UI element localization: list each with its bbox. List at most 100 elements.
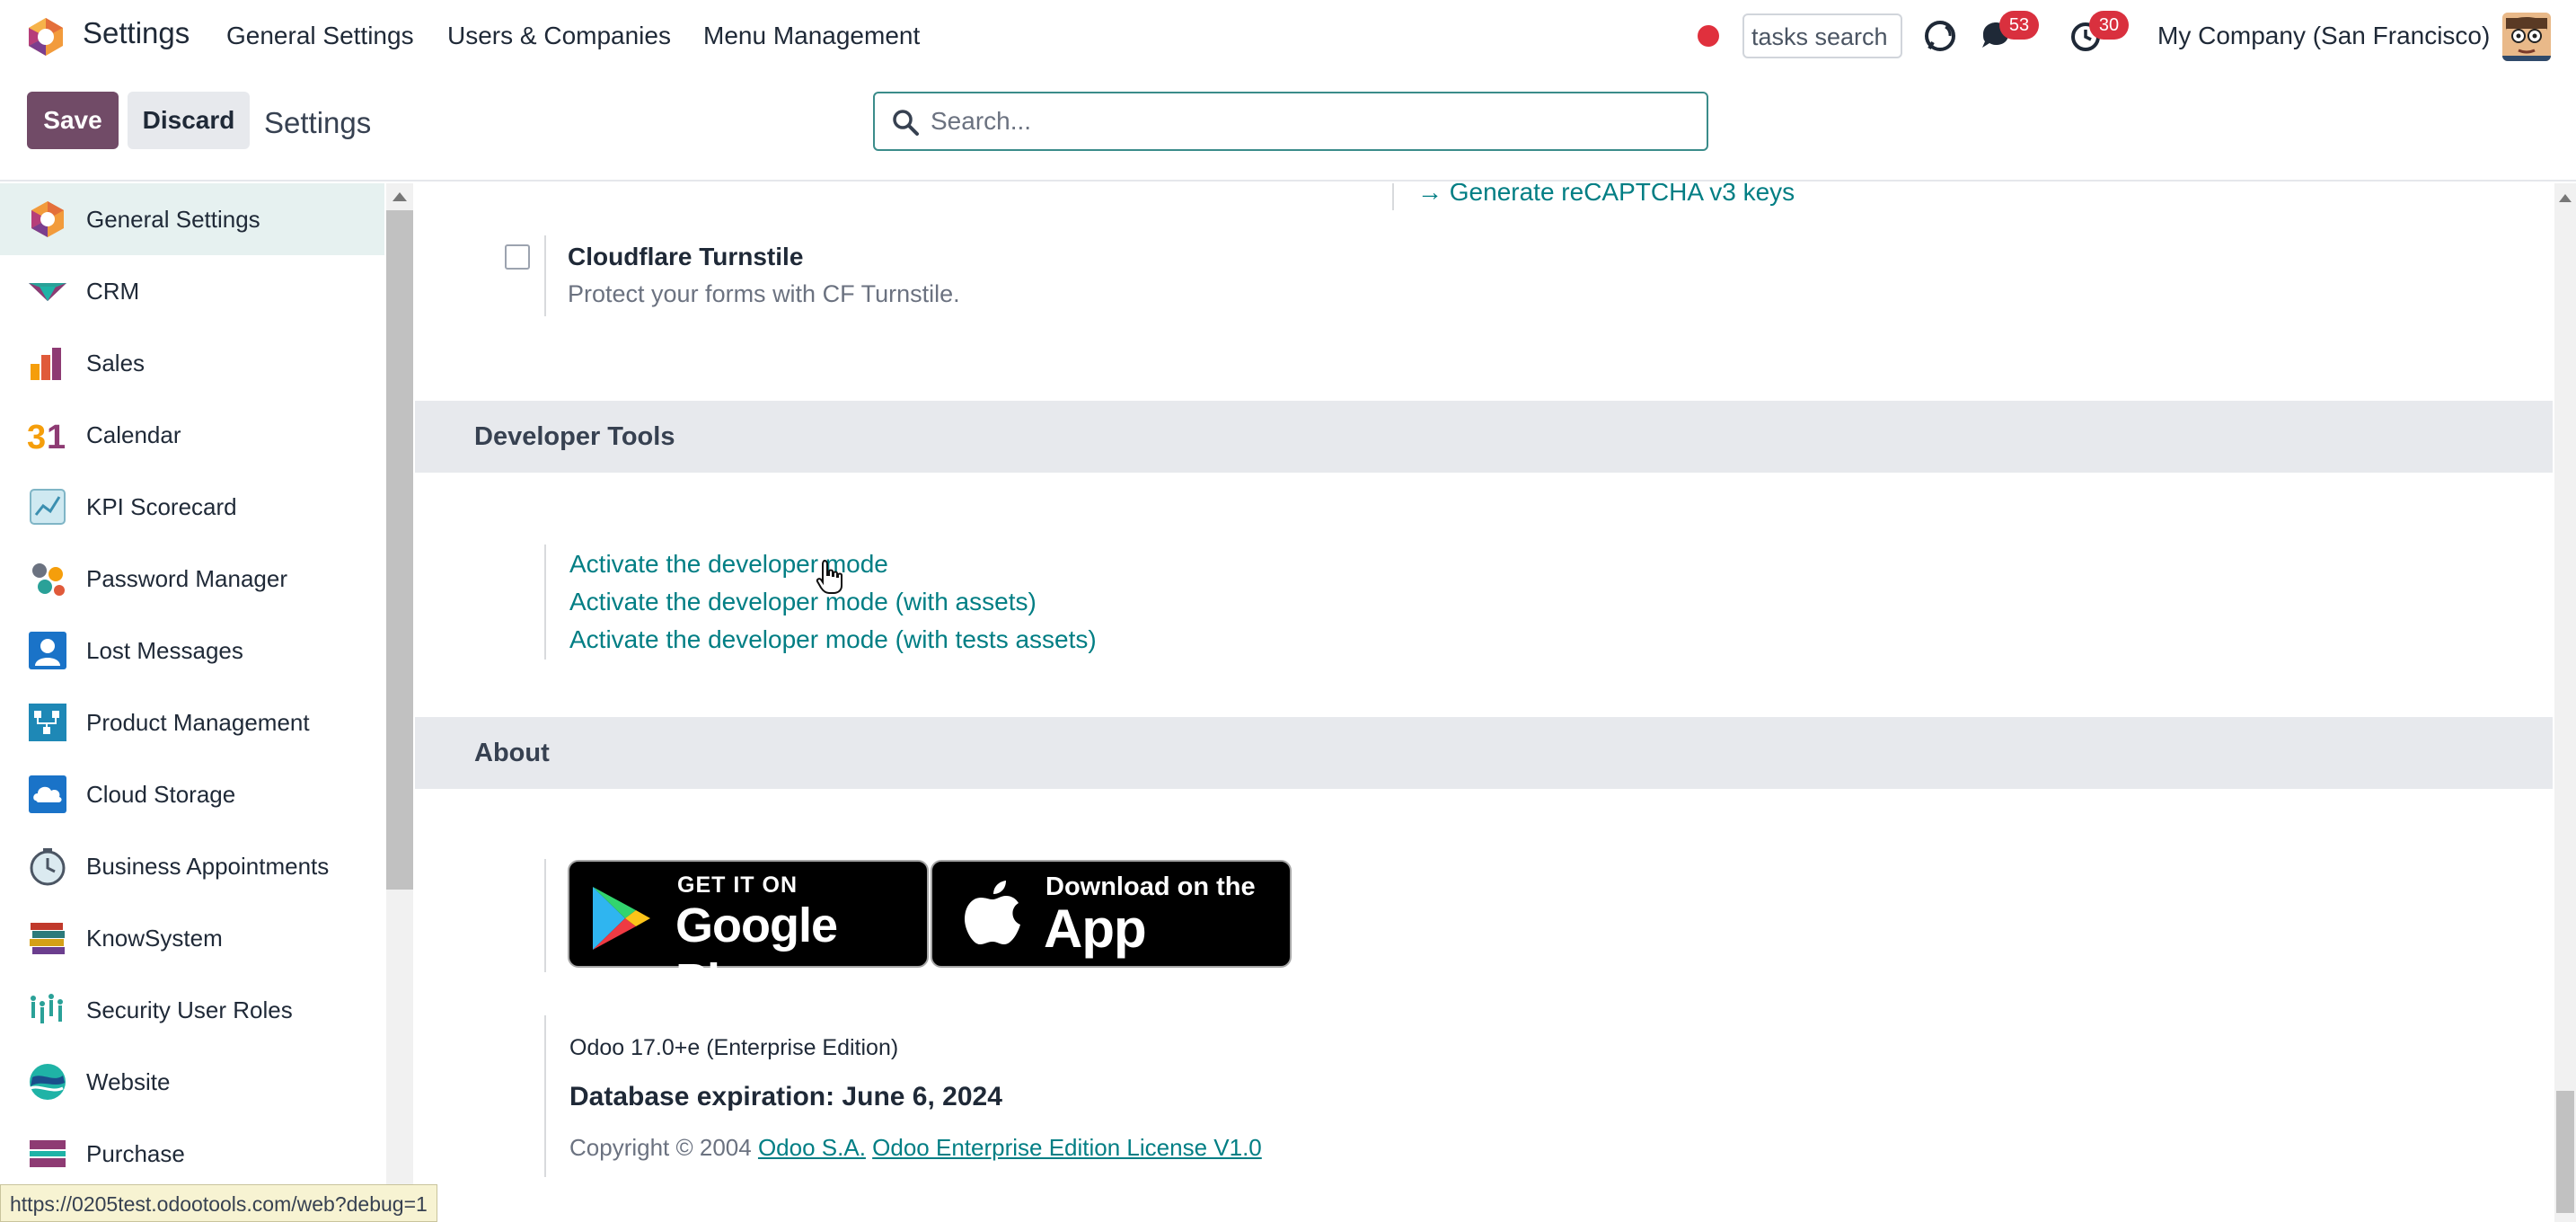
- save-button[interactable]: Save: [27, 92, 119, 149]
- user-avatar[interactable]: [2502, 13, 2551, 61]
- sidebar-item-label: General Settings: [86, 205, 260, 233]
- purchase-icon: [30, 1140, 66, 1167]
- product-management-icon: [29, 704, 66, 741]
- turnstile-description: Protect your forms with CF Turnstile.: [568, 280, 960, 307]
- section-title: About: [474, 739, 550, 767]
- sidebar-item-label: Lost Messages: [86, 636, 243, 664]
- company-switcher[interactable]: My Company (San Francisco): [2157, 22, 2490, 50]
- sidebar-item-label: Security User Roles: [86, 996, 293, 1023]
- kpi-scorecard-icon: [30, 489, 66, 525]
- app-store-button[interactable]: Download on the App Store: [931, 860, 1292, 1021]
- database-expiration: Database expiration: June 6, 2024: [569, 1082, 1002, 1111]
- sidebar-item-sales[interactable]: Sales: [0, 327, 384, 399]
- sidebar-item-label: Business Appointments: [86, 852, 330, 880]
- sidebar-item-label: Product Management: [86, 708, 310, 736]
- search-input[interactable]: [931, 101, 1685, 142]
- sidebar-item-crm[interactable]: CRM: [0, 255, 384, 327]
- control-panel: Save Discard Settings: [0, 74, 2576, 182]
- sidebar-item-password-manager[interactable]: Password Manager: [0, 543, 384, 615]
- arrow-right-icon: →: [1417, 183, 1450, 206]
- search-icon: [893, 110, 919, 136]
- app-store-big-text: App Store: [1044, 899, 1178, 1021]
- sidebar-scrollbar[interactable]: [386, 183, 413, 1222]
- settings-sidebar: General Settings CRM Sales 3 1 Calendar …: [0, 183, 386, 1222]
- settings-search-box[interactable]: [873, 92, 1708, 151]
- section-title: Developer Tools: [474, 422, 675, 451]
- calendar-icon: 3 1: [27, 419, 66, 456]
- business-appointments-icon: [30, 848, 66, 886]
- app-title[interactable]: Settings: [83, 16, 190, 50]
- sidebar-scrollbar-thumb[interactable]: [386, 210, 413, 890]
- sales-icon: [31, 348, 61, 380]
- scroll-up-arrow-icon[interactable]: [393, 192, 407, 201]
- sidebar-item-label: Calendar: [86, 421, 181, 448]
- sidebar-item-product-management[interactable]: Product Management: [0, 686, 384, 758]
- top-navbar: Settings General Settings Users & Compan…: [0, 0, 2576, 74]
- crm-icon: [29, 283, 66, 301]
- google-play-button[interactable]: GET IT ON Google Play: [568, 860, 929, 1008]
- hand-cursor-icon: [816, 559, 842, 594]
- knowsystem-icon: [30, 923, 65, 954]
- cloud-storage-icon: [29, 775, 66, 813]
- sidebar-item-label: Website: [86, 1067, 171, 1095]
- turnstile-title: Cloudflare Turnstile: [568, 243, 804, 270]
- activate-developer-mode-assets-link[interactable]: Activate the developer mode (with assets…: [569, 588, 1037, 616]
- google-play-icon: [593, 887, 650, 950]
- content-scrollbar[interactable]: [2554, 183, 2576, 1222]
- sidebar-item-general-settings[interactable]: General Settings: [0, 183, 384, 255]
- content-scrollbar-thumb[interactable]: [2556, 1091, 2574, 1213]
- copyright-text: Copyright © 2004: [569, 1134, 752, 1161]
- about-header: About: [415, 717, 2553, 789]
- svg-text:3: 3: [27, 419, 46, 456]
- activate-developer-mode-tests-link[interactable]: Activate the developer mode (with tests …: [569, 625, 1097, 654]
- copyright-line: Copyright © 2004 Odoo S.A. Odoo Enterpri…: [569, 1134, 1262, 1162]
- status-bar-url: https://0205test.odootools.com/web?debug…: [0, 1184, 437, 1222]
- scroll-up-arrow-icon[interactable]: [2559, 194, 2572, 202]
- breadcrumb: Settings: [264, 106, 372, 139]
- sidebar-item-label: KPI Scorecard: [86, 492, 237, 520]
- messages-count-badge: 53: [1999, 11, 2039, 40]
- setting-divider: [1392, 183, 1394, 210]
- license-link[interactable]: Odoo Enterprise Edition License V1.0: [872, 1134, 1262, 1161]
- sidebar-item-label: Password Manager: [86, 564, 287, 592]
- settings-content: → Generate reCAPTCHA v3 keys Cloudflare …: [415, 183, 2553, 1222]
- generate-recaptcha-keys-link[interactable]: → Generate reCAPTCHA v3 keys: [1417, 183, 1795, 207]
- sidebar-item-kpi-scorecard[interactable]: KPI Scorecard: [0, 471, 384, 543]
- voip-phone-icon[interactable]: [1922, 18, 1958, 54]
- sidebar-item-knowsystem[interactable]: KnowSystem: [0, 902, 384, 974]
- discard-button[interactable]: Discard: [128, 92, 250, 149]
- sidebar-item-label: Purchase: [86, 1139, 185, 1167]
- sidebar-item-cloud-storage[interactable]: Cloud Storage: [0, 758, 384, 830]
- setting-divider: [544, 235, 546, 316]
- setting-divider: [544, 545, 546, 660]
- google-play-big-text: Google Play: [675, 899, 838, 1008]
- svg-text:1: 1: [47, 419, 66, 456]
- sidebar-item-label: CRM: [86, 277, 140, 305]
- sidebar-item-lost-messages[interactable]: Lost Messages: [0, 615, 384, 686]
- menu-menu-management[interactable]: Menu Management: [703, 22, 920, 50]
- odoo-sa-link[interactable]: Odoo S.A.: [758, 1134, 866, 1161]
- version-text: Odoo 17.0+e (Enterprise Edition): [569, 1035, 899, 1060]
- odoo-logo-icon[interactable]: [25, 16, 66, 58]
- sidebar-item-label: Cloud Storage: [86, 780, 236, 808]
- menu-general-settings[interactable]: General Settings: [226, 22, 414, 50]
- security-user-roles-icon: [31, 994, 63, 1023]
- developer-tools-header: Developer Tools: [415, 401, 2553, 473]
- sidebar-item-website[interactable]: Website: [0, 1046, 384, 1118]
- generate-recaptcha-keys-text: Generate reCAPTCHA v3 keys: [1449, 183, 1795, 206]
- sidebar-item-security-user-roles[interactable]: Security User Roles: [0, 974, 384, 1046]
- recording-indicator-icon[interactable]: [1698, 25, 1719, 47]
- activities-count-badge: 30: [2089, 11, 2129, 40]
- password-manager-icon: [32, 563, 65, 596]
- setting-divider: [544, 859, 546, 972]
- sidebar-item-purchase[interactable]: Purchase: [0, 1118, 384, 1190]
- sidebar-item-calendar[interactable]: 3 1 Calendar: [0, 399, 384, 471]
- sidebar-item-business-appointments[interactable]: Business Appointments: [0, 830, 384, 902]
- odoo-logo-icon: [31, 201, 64, 237]
- tasks-search-button[interactable]: tasks search: [1742, 13, 1902, 58]
- setting-divider: [544, 1015, 546, 1177]
- sidebar-item-label: KnowSystem: [86, 924, 223, 952]
- cloudflare-turnstile-checkbox[interactable]: [505, 244, 530, 270]
- menu-users-companies[interactable]: Users & Companies: [447, 22, 671, 50]
- lost-messages-icon: [29, 632, 66, 669]
